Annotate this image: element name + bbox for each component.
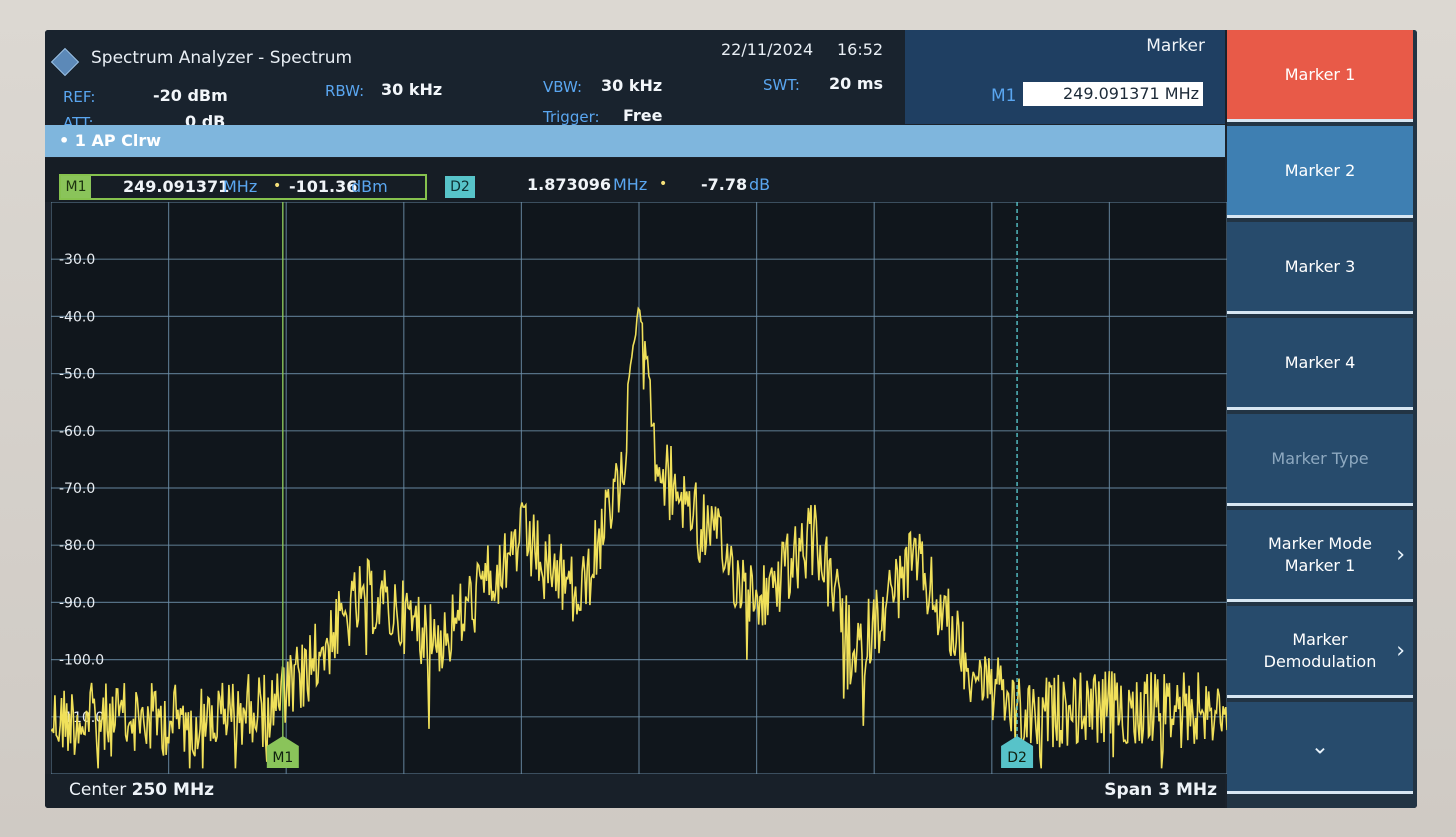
trace-label[interactable]: • 1 AP Clrw bbox=[59, 131, 161, 150]
marker-header: Marker M1 249.091371 MHz bbox=[905, 30, 1225, 124]
spectrum-plot[interactable]: -30.0 -40.0 -50.0 -60.0 -70.0 -80.0 -90.0 -100.… bbox=[51, 202, 1227, 774]
instrument-bezel: Spectrum Analyzer - Spectrum 22/11/2024 … bbox=[0, 0, 1456, 837]
chevron-down-icon: ⌄ bbox=[1310, 734, 1330, 759]
y-tick-label: -50.0 bbox=[59, 367, 95, 383]
d2-level: -7.78 bbox=[701, 175, 748, 194]
trace-label-bar: • 1 AP Clrw bbox=[45, 125, 1225, 157]
marker-header-title: Marker bbox=[1146, 36, 1205, 56]
y-tick-label: -80.0 bbox=[59, 538, 95, 554]
spectrum-svg: -30.0 -40.0 -50.0 -60.0 -70.0 -80.0 -90.0 -100.… bbox=[51, 202, 1227, 774]
softkey-1[interactable]: Marker 1 bbox=[1227, 30, 1413, 122]
y-tick-label: -70.0 bbox=[59, 481, 95, 497]
softkey-3[interactable]: Marker 3 bbox=[1227, 222, 1413, 314]
y-tick-label: -30.0 bbox=[59, 252, 95, 268]
m1-readout[interactable]: M1 249.091371 MHz • -101.36 dBm bbox=[59, 174, 427, 200]
trigger-label: Trigger: bbox=[543, 108, 600, 126]
d2-frequency: 1.873096 bbox=[527, 175, 612, 194]
date-display: 22/11/2024 bbox=[721, 40, 814, 59]
softkey-label: Marker 1 bbox=[1284, 64, 1356, 84]
m1-level-unit: dBm bbox=[351, 177, 388, 196]
app-logo-icon bbox=[50, 47, 80, 77]
softkey-label: Marker 2 bbox=[1284, 160, 1356, 180]
trigger-value[interactable]: Free bbox=[623, 106, 663, 125]
vbw-value[interactable]: 30 kHz bbox=[601, 76, 662, 95]
y-tick-label: -90.0 bbox=[59, 595, 95, 611]
softkey-8[interactable]: ⌄ bbox=[1227, 702, 1413, 794]
m1-frequency-unit: MHz bbox=[223, 177, 258, 196]
title-bar: Spectrum Analyzer - Spectrum 22/11/2024 … bbox=[45, 30, 1225, 132]
softkey-label: Marker Type bbox=[1271, 448, 1369, 468]
span-label[interactable]: Span 3 MHz bbox=[1104, 780, 1217, 800]
center-frequency[interactable]: Center 250 MHz bbox=[69, 780, 214, 800]
softkey-label: Marker 3 bbox=[1284, 256, 1356, 276]
chevron-right-icon: › bbox=[1396, 542, 1405, 567]
d2-level-unit: dB bbox=[749, 175, 771, 194]
softkey-label: Marker Mode Marker 1 bbox=[1268, 533, 1372, 575]
softkey-2[interactable]: Marker 2 bbox=[1227, 126, 1413, 218]
marker-info-row: M1 249.091371 MHz • -101.36 dBm D2 1.873… bbox=[45, 158, 1225, 202]
ref-value[interactable]: -20 dBm bbox=[153, 86, 228, 105]
bottom-bar: Center 250 MHz Span 3 MHz bbox=[45, 774, 1225, 808]
m1-frequency: 249.091371 bbox=[123, 177, 230, 196]
rbw-value[interactable]: 30 kHz bbox=[381, 80, 442, 99]
time-display: 16:52 bbox=[837, 40, 884, 59]
d2-separator-dot: • bbox=[659, 176, 668, 192]
softkey-panel: Marker 1 Marker 2 Marker 3 Marker 4 Marker T… bbox=[1227, 30, 1417, 808]
softkey-4[interactable]: Marker 4 bbox=[1227, 318, 1413, 410]
vbw-label: VBW: bbox=[543, 78, 583, 96]
analyzer-screen: Spectrum Analyzer - Spectrum 22/11/2024 … bbox=[45, 30, 1417, 808]
swt-label: SWT: bbox=[763, 76, 800, 94]
swt-value[interactable]: 20 ms bbox=[829, 74, 883, 93]
center-value: 250 MHz bbox=[131, 780, 215, 800]
m1-tag: M1 bbox=[61, 176, 91, 198]
d2-frequency-unit: MHz bbox=[613, 175, 648, 194]
m1-separator-dot: • bbox=[273, 178, 282, 194]
marker-flag-label: D2 bbox=[1007, 750, 1027, 766]
center-label: Center bbox=[69, 780, 127, 800]
softkey-label: Marker Demodulation bbox=[1263, 629, 1377, 671]
marker-field-label: M1 bbox=[991, 86, 1017, 106]
y-tick-label: -40.0 bbox=[59, 309, 95, 325]
m1-level: -101.36 bbox=[289, 177, 358, 196]
softkey-5: Marker Type bbox=[1227, 414, 1413, 506]
softkey-6[interactable]: Marker Mode Marker 1 › bbox=[1227, 510, 1413, 602]
rbw-label: RBW: bbox=[325, 82, 365, 100]
y-tick-label: -60.0 bbox=[59, 424, 95, 440]
marker-flag-label: M1 bbox=[272, 750, 293, 766]
marker-frequency-input[interactable]: 249.091371 MHz bbox=[1023, 82, 1203, 106]
ref-label: REF: bbox=[63, 88, 96, 106]
softkey-label: Marker 4 bbox=[1284, 352, 1356, 372]
d2-tag[interactable]: D2 bbox=[445, 176, 475, 198]
y-tick-label: -100.0 bbox=[59, 653, 104, 669]
chevron-right-icon: › bbox=[1396, 638, 1405, 663]
app-title: Spectrum Analyzer - Spectrum bbox=[91, 48, 353, 68]
softkey-7[interactable]: Marker Demodulation › bbox=[1227, 606, 1413, 698]
